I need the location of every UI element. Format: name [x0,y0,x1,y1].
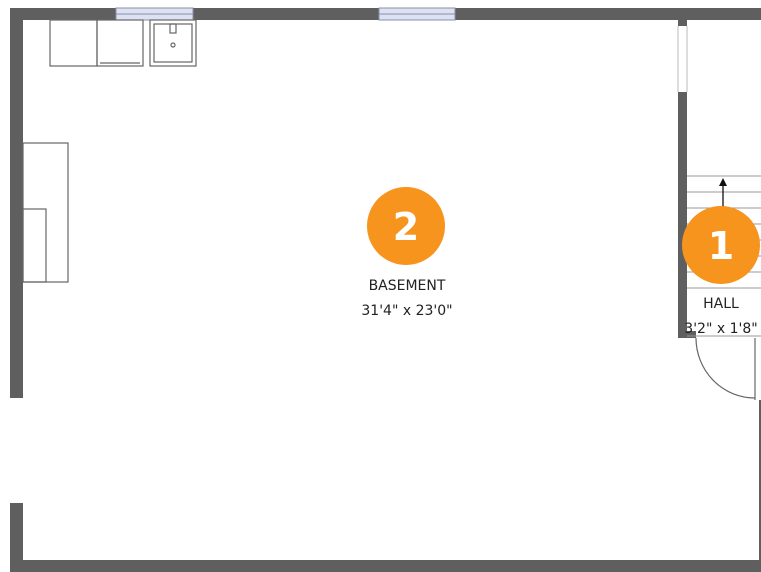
door-swing-icon [695,337,756,400]
cabinets [49,19,144,67]
window-1 [115,7,194,21]
cabinet-left [49,19,98,67]
room-hall: 1 HALL 3'2" x 1'8" [682,206,760,337]
room-name-hall: HALL [703,296,739,312]
room-dimensions-basement: 31'4" x 23'0" [361,303,452,319]
hall-partition-wall-upper [678,20,687,26]
sink-icon [149,19,197,67]
hall-partition-opening [677,26,688,92]
badge-number-basement: 2 [393,205,419,249]
left-wall-upper [10,8,23,398]
left-wall-fixture [22,142,69,283]
badge-number-hall: 1 [708,224,734,268]
bottom-wall [10,560,761,572]
room-dimensions-hall: 3'2" x 1'8" [684,321,757,337]
window-2 [378,7,456,21]
left-opening [10,398,23,503]
room-name-basement: BASEMENT [369,278,446,294]
floor-plan: 2 BASEMENT 31'4" x 23'0" 1 HALL 3'2" x 1… [10,7,761,572]
hall-partition-wall [678,92,687,338]
room-basement: 2 BASEMENT 31'4" x 23'0" [361,187,453,319]
cabinet-right [96,19,144,67]
